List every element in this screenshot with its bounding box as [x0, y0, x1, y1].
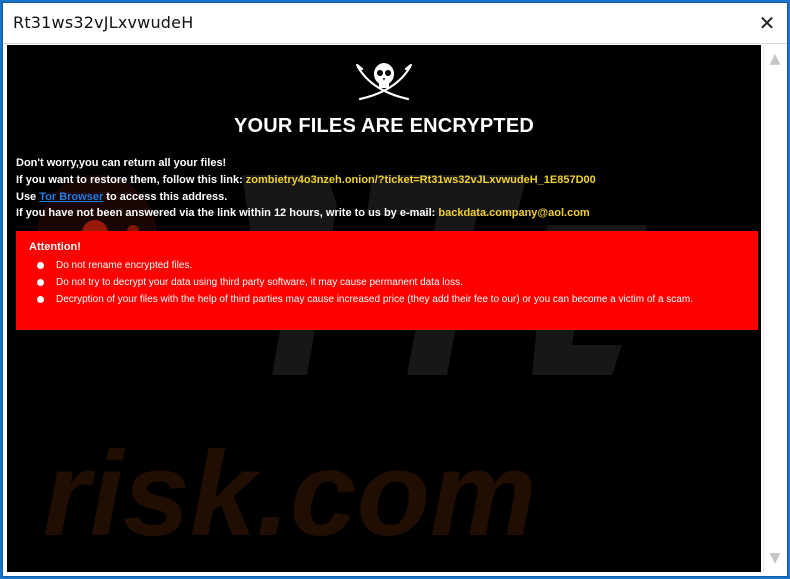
tor-browser-prefix: Use	[16, 191, 40, 203]
scroll-down-icon[interactable]: ▼	[767, 550, 783, 566]
onion-link: zombietry4o3nzeh.onion/?ticket=Rt31ws32v…	[245, 174, 596, 186]
encrypted-headline: YOUR FILES ARE ENCRYPTED	[233, 115, 534, 137]
reassurance-text: Don't worry,you can return all your file…	[16, 157, 227, 169]
skull-crossed-swords-icon	[355, 63, 413, 101]
restore-link-line: If you want to restore them, follow this…	[16, 174, 596, 186]
bullet-icon	[37, 296, 44, 303]
note-content: risk.com YOUR FILES ARE ENCRYPTED Don't …	[7, 45, 761, 572]
reassurance-line: Don't worry,you can return all your file…	[16, 157, 226, 169]
tor-browser-line: Use Tor Browser to access this address.	[16, 191, 227, 203]
title-bar: Rt31ws32vJLxvwudeH ✕	[3, 3, 787, 44]
window-title: Rt31ws32vJLxvwudeH	[13, 13, 194, 32]
bullet-icon	[37, 262, 44, 269]
watermark-text: risk.com	[43, 427, 537, 561]
attention-item: Do not try to decrypt your data using th…	[37, 277, 463, 288]
attention-item: Decryption of your files with the help o…	[37, 294, 693, 305]
close-button[interactable]: ✕	[753, 9, 781, 37]
scroll-up-icon[interactable]: ▲	[767, 51, 783, 67]
email-contact-prefix: If you have not been answered via the li…	[16, 207, 439, 219]
attention-item: Do not rename encrypted files.	[37, 260, 193, 271]
close-icon: ✕	[758, 11, 776, 35]
email-contact-line: If you have not been answered via the li…	[16, 207, 590, 219]
attention-box: Attention! Do not rename encrypted files…	[16, 231, 758, 330]
restore-link-prefix: If you want to restore them, follow this…	[16, 174, 246, 186]
attention-item-text: Do not try to decrypt your data using th…	[56, 277, 463, 288]
contact-email: backdata.company@aol.com	[438, 207, 590, 219]
ransom-note-window: Rt31ws32vJLxvwudeH ✕ risk.com YOUR FILES…	[2, 2, 788, 577]
attention-item-text: Do not rename encrypted files.	[56, 260, 193, 271]
vertical-scrollbar[interactable]: ▲ ▼	[763, 45, 786, 572]
attention-item-text: Decryption of your files with the help o…	[56, 294, 693, 305]
attention-title: Attention!	[29, 241, 81, 253]
tor-browser-link[interactable]: Tor Browser	[39, 191, 103, 203]
bullet-icon	[37, 279, 44, 286]
tor-browser-suffix: to access this address.	[103, 191, 228, 203]
